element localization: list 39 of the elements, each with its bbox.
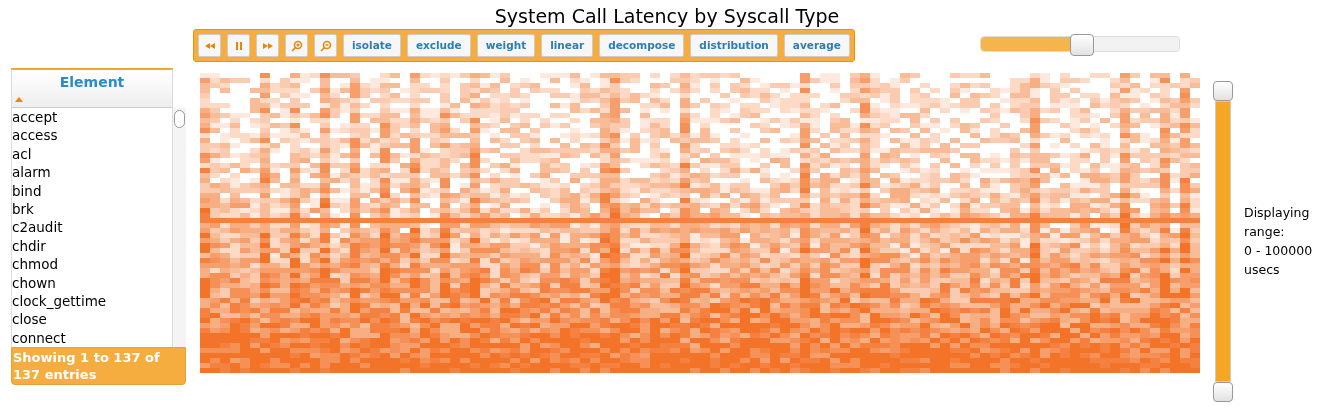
list-item[interactable]: bind xyxy=(12,181,172,201)
range-label: range: xyxy=(1244,223,1286,241)
list-item[interactable]: chdir xyxy=(12,236,172,256)
list-item[interactable]: acl xyxy=(12,144,172,164)
toolbar-button[interactable]: weight xyxy=(476,34,536,57)
range-label: 0 - 100000 xyxy=(1244,242,1313,260)
list-item[interactable]: clock_gettime xyxy=(12,292,172,311)
range-label: usecs xyxy=(1244,261,1281,279)
column-header[interactable]: Element xyxy=(11,68,173,108)
list-item[interactable]: c2audit xyxy=(12,218,172,237)
toolbar-button[interactable] xyxy=(314,34,337,57)
toolbar-button[interactable] xyxy=(285,34,308,57)
toolbar-button[interactable] xyxy=(256,34,279,57)
slider-handle[interactable] xyxy=(1213,382,1233,402)
list-item[interactable]: alarm xyxy=(12,163,172,182)
slider-handle[interactable] xyxy=(1069,34,1094,56)
list-item[interactable]: connect xyxy=(12,328,172,348)
zoom-out-icon xyxy=(319,39,332,52)
sort-arrow-icon xyxy=(15,97,23,102)
list-item[interactable]: access xyxy=(12,126,172,145)
list-item[interactable]: chown xyxy=(12,273,172,293)
list-item[interactable]: accept xyxy=(12,108,172,127)
list-item[interactable]: brk xyxy=(12,200,172,219)
toolbar-button[interactable] xyxy=(227,34,250,57)
toolbar-button[interactable]: linear xyxy=(541,34,594,57)
toolbar-button[interactable]: distribution xyxy=(690,34,778,57)
chart-title: System Call Latency by Syscall Type xyxy=(494,4,840,28)
list-item[interactable]: chmod xyxy=(12,255,172,274)
toolbar-button[interactable] xyxy=(198,34,221,57)
toolbar-button[interactable]: isolate xyxy=(343,34,401,57)
toolbar-button[interactable]: average xyxy=(783,34,850,57)
range-label: Displaying xyxy=(1244,204,1311,222)
scrollbar[interactable] xyxy=(172,108,186,347)
toolbar-button[interactable]: decompose xyxy=(599,34,685,57)
list-item[interactable]: close xyxy=(12,310,172,329)
zoom-in-icon xyxy=(290,39,303,52)
slider-handle[interactable] xyxy=(1213,81,1233,101)
table-footer: Showing 1 to 137 of 137 entries xyxy=(11,347,186,385)
toolbar-button[interactable]: exclude xyxy=(406,34,471,57)
